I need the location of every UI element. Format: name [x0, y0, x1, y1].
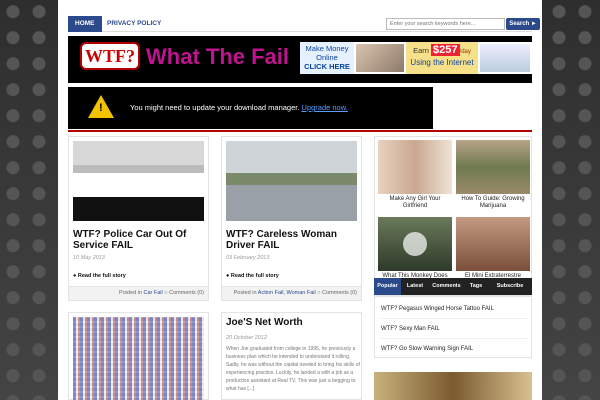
gallery-image[interactable] — [378, 140, 452, 194]
warning-icon — [88, 95, 114, 118]
ad-photo — [356, 44, 404, 72]
read-more-link[interactable]: Read the full story — [226, 273, 279, 279]
list-item[interactable]: WTF? Go Slow Warning Sign FAIL — [381, 339, 527, 359]
post-meta: Posted in Action Fail, Woman Fail ○ Comm… — [222, 286, 361, 300]
gallery-caption[interactable]: How To Guide: Growing Marijuana — [456, 196, 530, 210]
divider — [68, 130, 532, 132]
gallery-item[interactable]: What This Monkey Does You Will Shock — [378, 217, 452, 287]
top-nav: HOME PRIVACY POLICY Search ► — [68, 16, 540, 32]
page-container: HOME PRIVACY POLICY Search ► WTF? What T… — [58, 0, 542, 400]
post-excerpt: When Joe graduated from college in 1995,… — [226, 346, 360, 392]
gallery-item[interactable]: How To Guide: Growing Marijuana — [456, 140, 530, 210]
search-input[interactable] — [386, 18, 505, 30]
post-title[interactable]: Joe'S Net Worth — [226, 317, 361, 328]
site-header: WTF? What The Fail Make Money Online CLI… — [68, 36, 532, 83]
list-item[interactable]: WTF? Sexy Man FAIL — [381, 319, 527, 339]
ad-earn-suffix: /day — [459, 49, 471, 55]
post-card — [68, 312, 209, 400]
ad-banner[interactable]: Make Money Online CLICK HERE Earn $257/d… — [300, 42, 532, 74]
list-item[interactable]: WTF? Pegasus Winged Horse Tattoo FAIL — [381, 299, 527, 319]
gallery-item[interactable]: Make Any Girl Your Girlfriend — [378, 140, 452, 210]
tab-popular[interactable]: Popular — [374, 278, 401, 295]
comments-link[interactable]: Comments (0) — [322, 290, 357, 296]
post-thumbnail[interactable] — [73, 141, 204, 221]
play-icon[interactable] — [403, 232, 427, 256]
post-title[interactable]: WTF? Careless Woman Driver FAIL — [226, 229, 361, 251]
read-more-link[interactable]: Read the full story — [73, 273, 126, 279]
ad-earn-amount: $257 — [431, 44, 460, 56]
posted-in-label: Posted in — [233, 290, 257, 296]
post-category-link[interactable]: Action Fail, Woman Fail — [258, 290, 316, 296]
post-date: 20 October 2012 — [226, 335, 267, 341]
update-alert: You might need to update your download m… — [68, 87, 433, 129]
nav-privacy-policy[interactable]: PRIVACY POLICY — [100, 16, 168, 32]
post-card: Joe'S Net Worth 20 October 2012 When Joe… — [221, 312, 362, 400]
post-title[interactable]: WTF? Police Car Out Of Service FAIL — [73, 229, 208, 251]
site-title[interactable]: What The Fail — [146, 44, 289, 70]
gallery-item[interactable]: El Mini Extraterrestre Hallado En Chi... — [456, 217, 530, 287]
post-category-link[interactable]: Car Fail — [144, 290, 163, 296]
gallery-image[interactable] — [456, 217, 530, 271]
tab-subscribe[interactable]: Subscribe — [488, 278, 532, 295]
alert-message: You might need to update your download m… — [130, 103, 300, 112]
comment-icon: ○ — [317, 290, 321, 296]
nav-home[interactable]: HOME — [68, 16, 102, 32]
sidebar-gallery: Make Any Girl Your Girlfriend How To Gui… — [374, 136, 532, 296]
comment-icon: ○ — [164, 290, 168, 296]
posted-in-label: Posted in — [119, 290, 142, 296]
ad-earn[interactable]: Earn $257/day Using the Internet — [406, 42, 478, 74]
ad-click-here: CLICK HERE — [304, 62, 350, 71]
post-date: 03 February 2013 — [226, 255, 270, 261]
tab-comments[interactable]: Comments — [429, 278, 464, 295]
post-card: WTF? Police Car Out Of Service FAIL 10 M… — [68, 136, 209, 301]
sidebar-tabs: Popular Latest Comments Tags Subscribe — [374, 278, 532, 295]
comments-link[interactable]: Comments (0) — [169, 290, 204, 296]
logo[interactable]: WTF? — [80, 42, 140, 70]
ad-using-internet: Using the Internet — [410, 58, 474, 67]
gallery-caption[interactable]: Make Any Girl Your Girlfriend — [378, 196, 452, 210]
ad-line-1: Make Money — [305, 44, 349, 53]
tab-tags[interactable]: Tags — [465, 278, 487, 295]
sidebar-image[interactable] — [374, 372, 532, 400]
post-thumbnail[interactable] — [73, 317, 204, 400]
upgrade-link[interactable]: Upgrade now. — [302, 103, 348, 112]
post-date: 10 May 2013 — [73, 255, 105, 261]
gallery-image[interactable] — [456, 140, 530, 194]
post-meta: Posted in Car Fail ○ Comments (0) — [69, 286, 208, 300]
tab-latest[interactable]: Latest — [402, 278, 428, 295]
search-button[interactable]: Search ► — [506, 18, 540, 30]
gallery-image[interactable] — [378, 217, 452, 271]
ad-make-money[interactable]: Make Money Online CLICK HERE — [300, 42, 354, 74]
ad-screenshot — [480, 44, 530, 72]
ad-line-2: Online — [316, 53, 338, 62]
popular-list: WTF? Pegasus Winged Horse Tattoo FAIL WT… — [374, 296, 532, 358]
post-thumbnail[interactable] — [226, 141, 357, 221]
post-card: WTF? Careless Woman Driver FAIL 03 Febru… — [221, 136, 362, 301]
ad-earn-prefix: Earn — [413, 46, 429, 55]
